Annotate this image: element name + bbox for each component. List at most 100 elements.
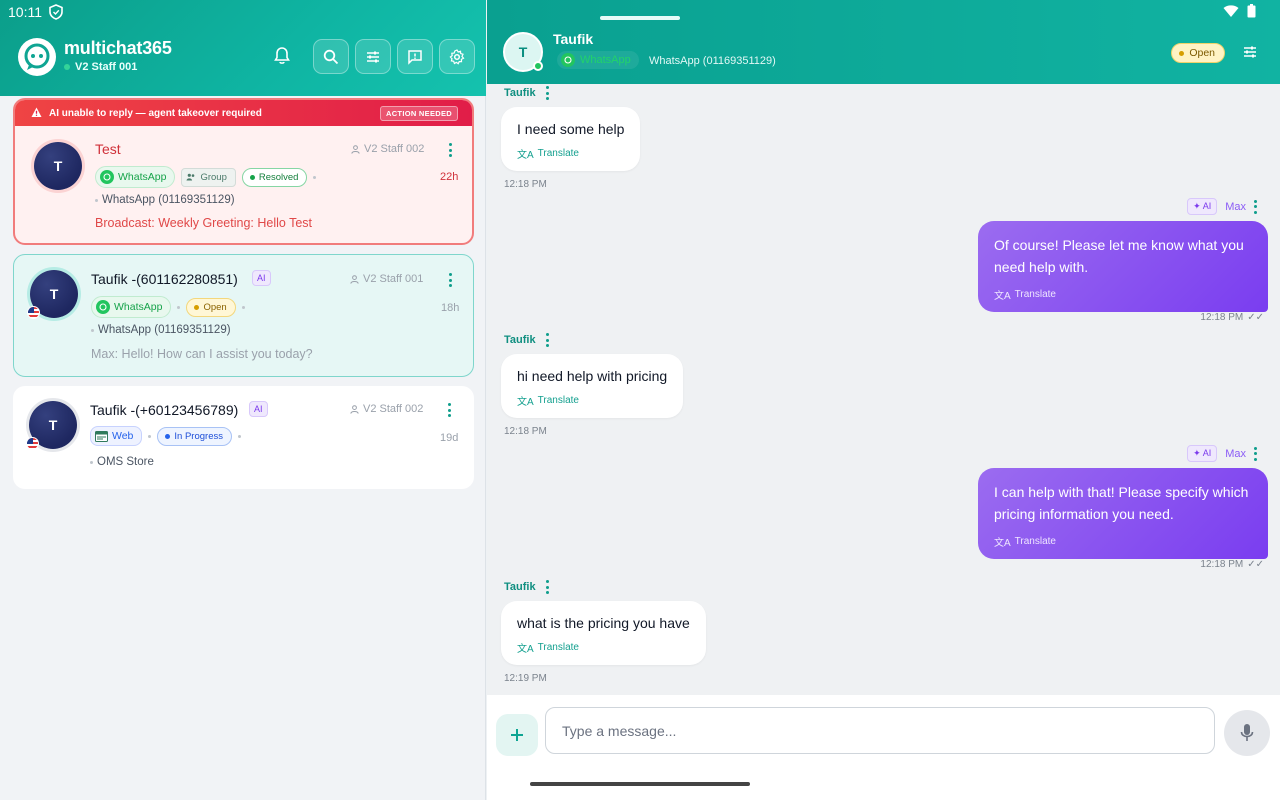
separator-dot xyxy=(313,175,317,179)
bell-icon[interactable] xyxy=(272,46,292,66)
conversation-tags: WhatsApp Open xyxy=(91,296,245,318)
assigned-staff: V2 Staff 001 xyxy=(350,273,423,285)
message-composer xyxy=(487,695,1280,800)
message-time: 12:18 PM ✓✓ xyxy=(1200,312,1264,323)
message-options-icon[interactable] xyxy=(1254,446,1258,461)
channel-meta-label: WhatsApp (01169351129) xyxy=(98,324,231,336)
message-text: what is the pricing you have xyxy=(517,615,690,631)
translate-label: Translate xyxy=(1014,536,1056,547)
search-button[interactable] xyxy=(313,39,349,74)
more-options-icon[interactable] xyxy=(449,273,453,287)
conversation-card-test[interactable]: AI unable to reply — agent takeover requ… xyxy=(13,98,474,245)
channel-meta-label: WhatsApp (01169351129) xyxy=(102,194,235,206)
conversation-card-taufik-1[interactable]: T Taufik -(601162280851) AI V2 Staff 001… xyxy=(13,254,474,377)
status-bar: 10:11 xyxy=(0,0,486,24)
channel-label: WhatsApp xyxy=(118,171,167,183)
more-options-icon[interactable] xyxy=(449,143,453,157)
last-message-preview: Max: Hello! How can I assist you today? xyxy=(91,347,313,361)
voice-record-button[interactable] xyxy=(1224,710,1270,756)
translate-icon: 文A xyxy=(994,538,1011,549)
settings-button[interactable] xyxy=(439,39,475,74)
brand-name: multichat365 xyxy=(64,38,172,58)
contact-name: Test xyxy=(95,141,121,157)
plus-icon xyxy=(511,729,523,741)
channel-meta-label: OMS Store xyxy=(97,456,154,468)
translate-label: Translate xyxy=(537,395,579,406)
last-activity-time: 18h xyxy=(441,302,460,314)
feedback-button[interactable] xyxy=(397,39,433,74)
translate-button[interactable]: 文A Translate xyxy=(517,640,690,655)
chat-status-badge[interactable]: Open xyxy=(1171,43,1225,63)
message-text: I can help with that! Please specify whi… xyxy=(994,484,1249,522)
message-text: Of course! Please let me know what you n… xyxy=(994,237,1244,275)
user-icon xyxy=(350,274,359,284)
translate-label: Translate xyxy=(537,148,579,159)
online-indicator xyxy=(533,61,543,71)
app-logo xyxy=(18,38,56,76)
conversation-card-taufik-2[interactable]: T Taufik -(+60123456789) AI V2 Staff 002… xyxy=(13,386,474,489)
microphone-icon xyxy=(1240,724,1254,741)
contact-name: Taufik -(+60123456789) xyxy=(90,402,239,418)
sender-name: Max xyxy=(1225,447,1246,460)
attach-button[interactable] xyxy=(496,714,538,756)
ai-badge: ✦ AI xyxy=(1187,445,1218,462)
conversation-tags: WhatsApp Group Resolved xyxy=(95,166,317,188)
ai-message-sender: ✦ AI Max xyxy=(1187,198,1258,215)
more-options-icon[interactable] xyxy=(448,403,452,417)
action-needed-badge: ACTION NEEDED xyxy=(380,106,458,121)
current-staff-label: V2 Staff 001 xyxy=(75,61,138,73)
avatar: T xyxy=(34,142,82,190)
translate-button[interactable]: 文A Translate xyxy=(994,534,1252,549)
message-options-icon[interactable] xyxy=(545,580,550,594)
sliders-icon[interactable] xyxy=(1242,44,1258,60)
outgoing-message[interactable]: Of course! Please let me know what you n… xyxy=(978,221,1268,312)
system-status-icons xyxy=(1223,4,1256,18)
translate-label: Translate xyxy=(537,642,579,653)
message-alert-icon xyxy=(408,49,422,65)
malaysia-flag-icon xyxy=(27,306,40,319)
whatsapp-icon xyxy=(96,300,110,314)
translate-icon: 文A xyxy=(517,150,534,161)
chat-panel: T Taufik WhatsApp WhatsApp (01169351129)… xyxy=(487,0,1280,800)
battery-icon xyxy=(1247,4,1256,18)
message-options-icon[interactable] xyxy=(545,333,550,347)
incoming-message[interactable]: I need some help 文A Translate xyxy=(501,107,641,171)
whatsapp-icon xyxy=(561,53,575,67)
drag-handle[interactable] xyxy=(600,16,680,20)
message-input[interactable] xyxy=(545,707,1215,754)
channel-chip: WhatsApp xyxy=(91,296,172,318)
gear-icon xyxy=(449,48,465,65)
message-text: I need some help xyxy=(517,121,625,137)
message-list[interactable]: Taufik I need some help 文A Translate 12:… xyxy=(487,84,1280,695)
group-chip: Group xyxy=(181,167,236,187)
status-label: In Progress xyxy=(174,430,223,442)
status-badge: Resolved xyxy=(241,167,308,187)
translate-icon: 文A xyxy=(994,291,1011,302)
outgoing-message[interactable]: I can help with that! Please specify whi… xyxy=(978,468,1268,559)
channel-chip: WhatsApp xyxy=(95,166,176,188)
last-activity-time: 19d xyxy=(440,432,459,444)
chat-channel-number: WhatsApp (01169351129) xyxy=(649,55,776,67)
translate-icon: 文A xyxy=(517,644,534,655)
app-header: 10:11 multichat365 V2 Staff 001 xyxy=(0,0,486,96)
filter-button[interactable] xyxy=(355,39,391,74)
wifi-icon xyxy=(1223,5,1239,17)
status-badge: Open xyxy=(186,297,236,317)
incoming-message[interactable]: hi need help with pricing 文A Translate xyxy=(501,354,684,418)
online-dot xyxy=(64,64,70,70)
message-options-icon[interactable] xyxy=(1254,199,1258,214)
status-badge: In Progress xyxy=(157,426,232,446)
sender-name: Taufik xyxy=(504,581,536,593)
gesture-home-bar[interactable] xyxy=(530,782,750,786)
translate-button[interactable]: 文A Translate xyxy=(517,146,624,161)
malaysia-flag-icon xyxy=(26,437,39,450)
web-widget-icon xyxy=(95,430,108,442)
translate-button[interactable]: 文A Translate xyxy=(994,287,1252,302)
translate-button[interactable]: 文A Translate xyxy=(517,393,667,408)
shield-icon xyxy=(49,4,63,20)
message-options-icon[interactable] xyxy=(545,86,550,100)
assigned-staff: V2 Staff 002 xyxy=(351,143,424,155)
incoming-message[interactable]: what is the pricing you have 文A Translat… xyxy=(501,601,706,665)
warning-icon xyxy=(31,107,42,117)
sender-name: Max xyxy=(1225,200,1246,213)
